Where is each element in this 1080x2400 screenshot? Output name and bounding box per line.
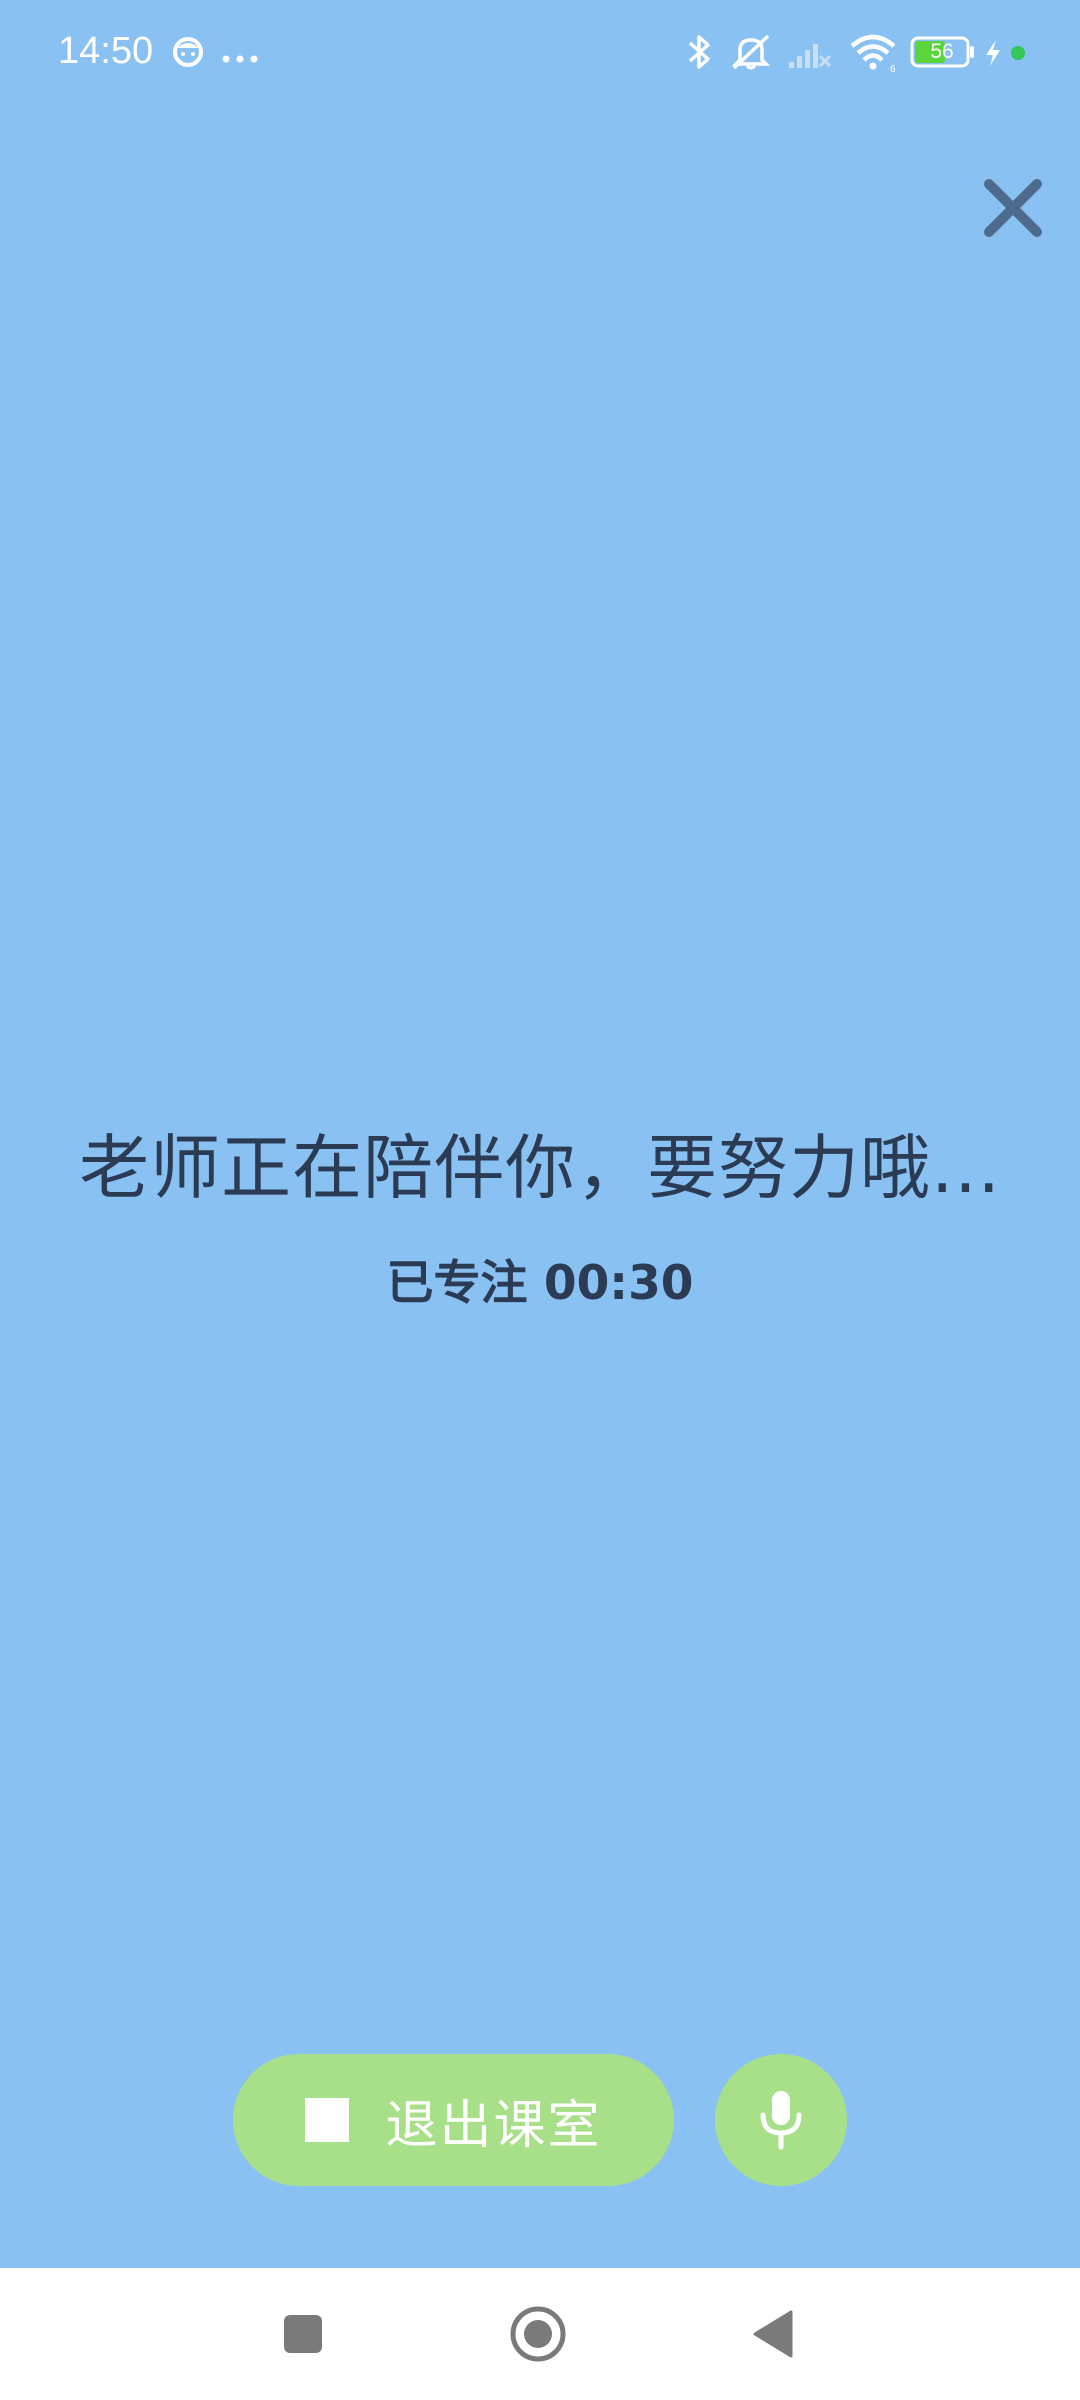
system-navigation-bar bbox=[0, 2268, 1080, 2400]
exit-classroom-button[interactable]: 退出课室 bbox=[233, 2054, 674, 2186]
close-icon bbox=[984, 179, 1042, 237]
wifi-icon: 6 bbox=[848, 32, 898, 76]
square-icon bbox=[284, 2315, 322, 2353]
microphone-button[interactable] bbox=[715, 2054, 847, 2186]
svg-text:6: 6 bbox=[890, 64, 896, 72]
back-triangle-icon bbox=[753, 2310, 793, 2358]
bluetooth-icon bbox=[684, 32, 714, 76]
companion-message: 老师正在陪伴你，要努力哦... bbox=[79, 1127, 1001, 1209]
back-button[interactable] bbox=[735, 2296, 811, 2372]
status-time: 14:50 bbox=[58, 30, 154, 72]
close-button[interactable] bbox=[975, 170, 1051, 246]
privacy-dot-icon bbox=[1010, 45, 1026, 65]
microphone-icon bbox=[760, 2091, 802, 2150]
recent-apps-button[interactable] bbox=[265, 2296, 341, 2372]
battery-level-text: 56 bbox=[930, 40, 954, 63]
stop-icon bbox=[305, 2098, 350, 2142]
home-button[interactable] bbox=[500, 2296, 576, 2372]
face-icon bbox=[172, 34, 204, 72]
charging-icon bbox=[982, 38, 1004, 72]
exit-classroom-label: 退出课室 bbox=[385, 2095, 602, 2156]
mute-icon bbox=[728, 32, 774, 76]
more-dots-icon bbox=[222, 48, 258, 67]
signal-icon bbox=[787, 32, 833, 76]
status-bar: 14:50 6 56 bbox=[0, 0, 1080, 110]
app-screen: 14:50 6 56 老师正在陪伴你，要努力哦... 已专注 00:30 退出课… bbox=[0, 0, 1080, 2400]
focus-timer: 已专注 00:30 bbox=[386, 1256, 694, 1311]
home-circle-icon bbox=[510, 2306, 566, 2362]
